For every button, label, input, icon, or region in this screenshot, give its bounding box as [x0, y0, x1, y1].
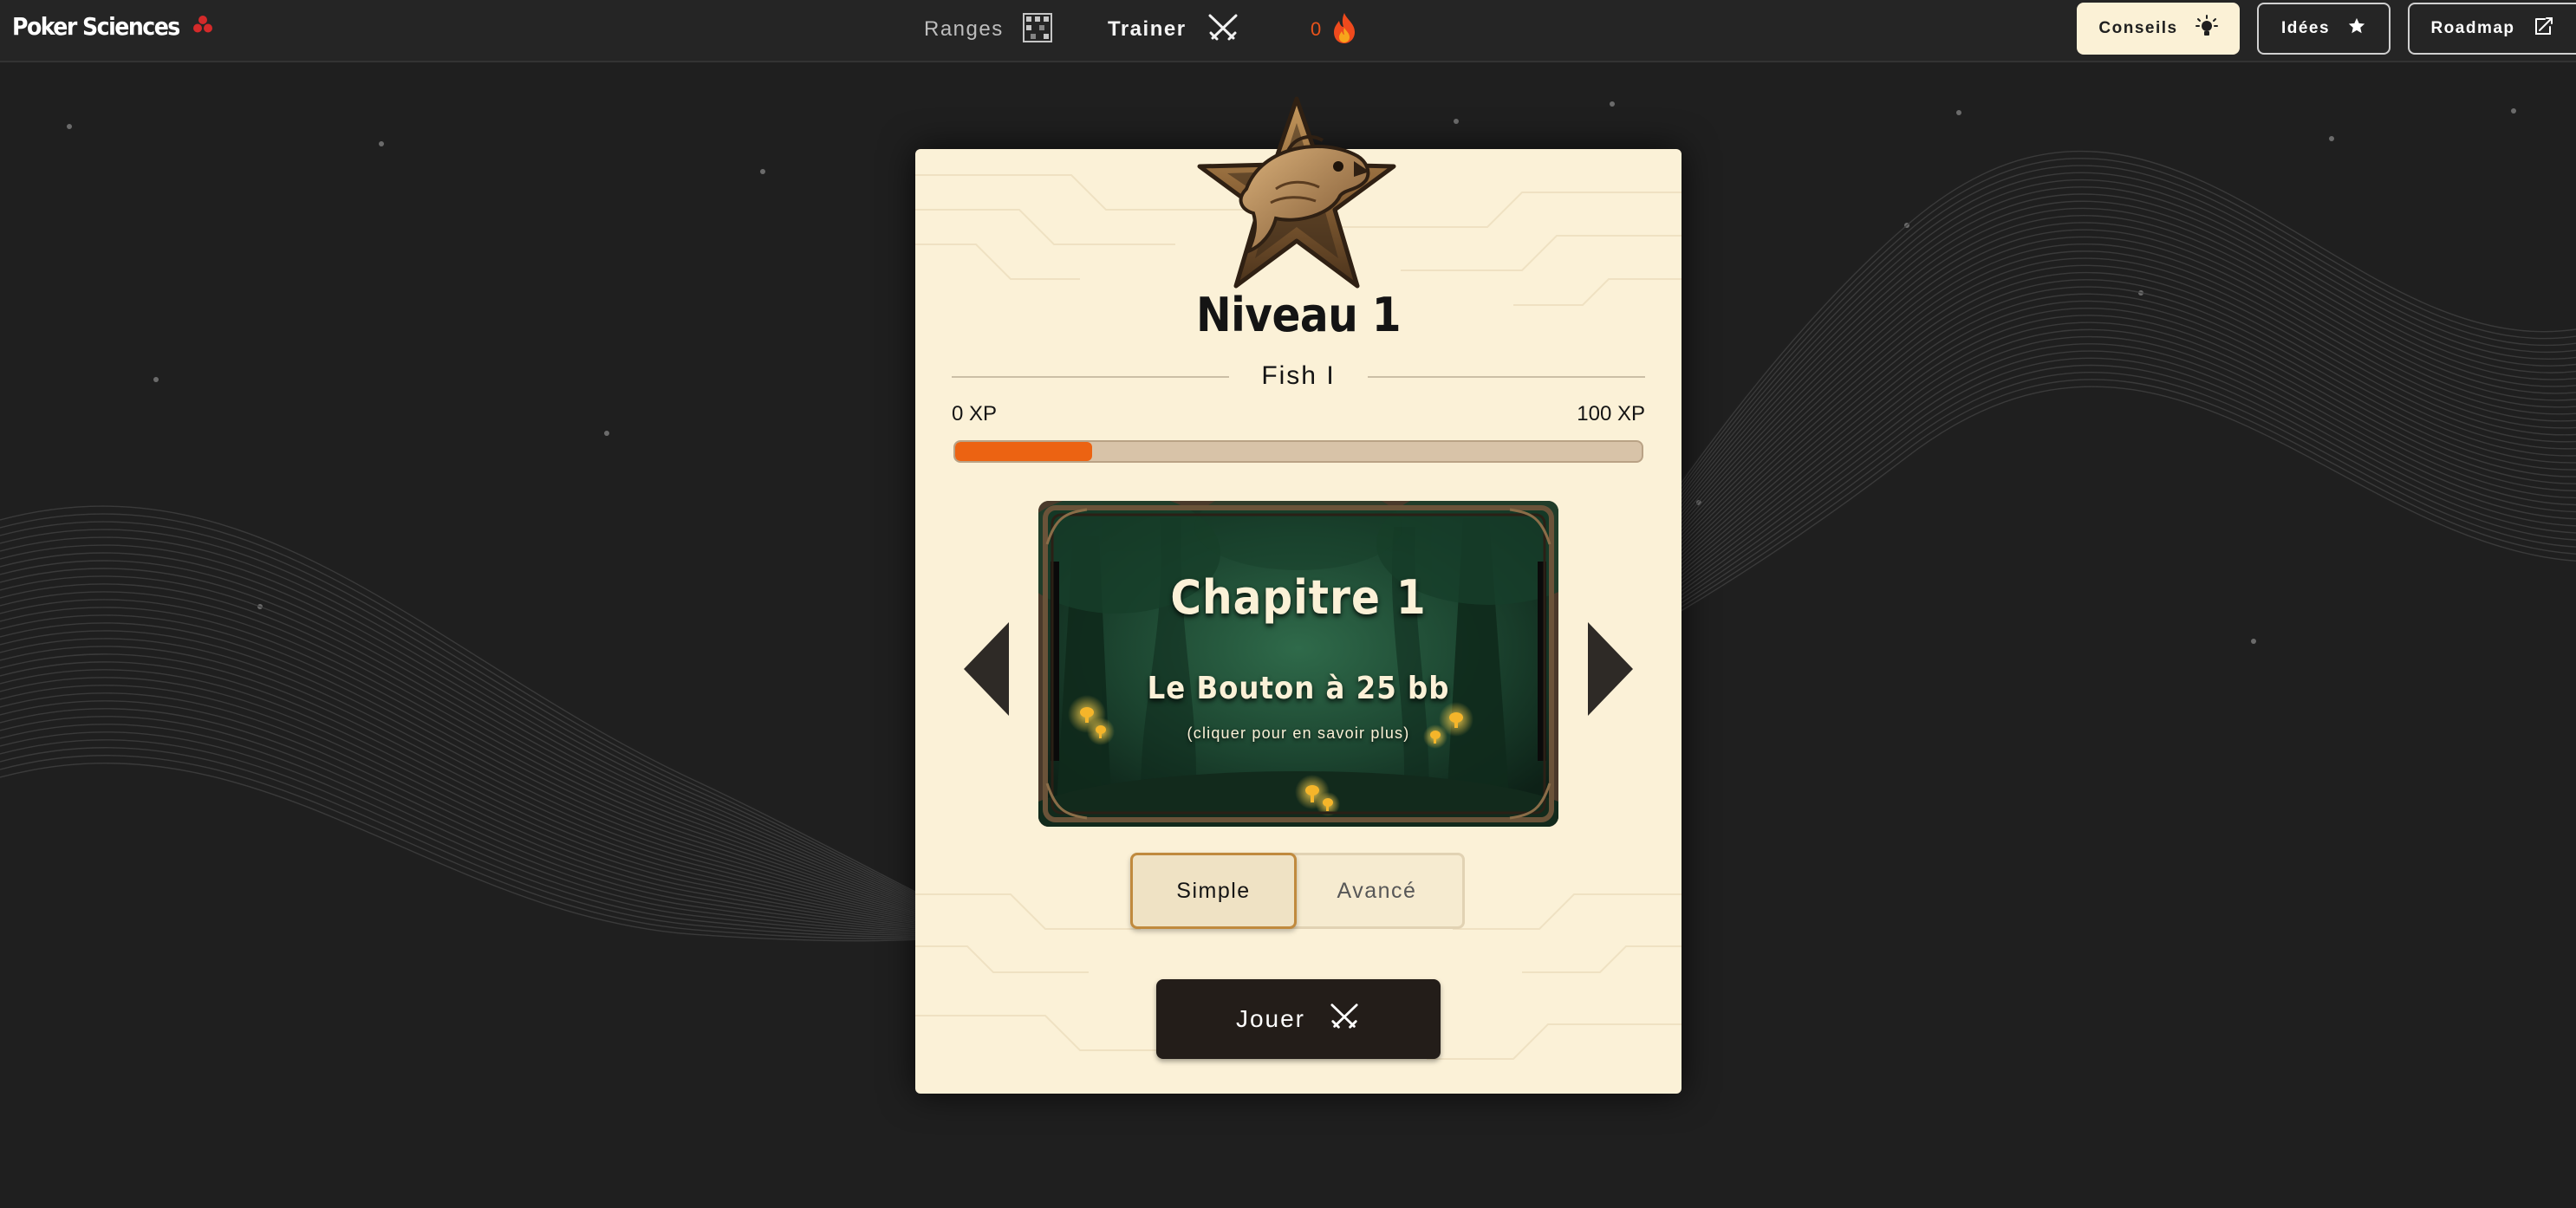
next-chapter-button[interactable] [1583, 617, 1638, 721]
nav-ranges[interactable]: Ranges [924, 10, 1052, 49]
background-star [1956, 110, 1961, 115]
top-navigation-bar: Poker Sciences Ranges Trainer 0 Conseils… [0, 0, 2576, 62]
brand[interactable]: Poker Sciences [12, 12, 212, 41]
streak-count: 0 [1311, 18, 1322, 40]
star-icon [2347, 16, 2366, 41]
chapter-hint: (cliquer pour en savoir plus) [1187, 724, 1410, 742]
chevron-right-icon [1588, 622, 1633, 716]
lightbulb-icon [2195, 15, 2218, 42]
crossed-swords-icon [1328, 1002, 1361, 1037]
idees-button[interactable]: Idées [2257, 3, 2391, 55]
nav-ranges-label: Ranges [924, 17, 1004, 41]
xp-max-label: 100 XP [1577, 402, 1645, 425]
conseils-button[interactable]: Conseils [2077, 3, 2240, 55]
streak-counter: 0 [1311, 10, 1357, 49]
roadmap-button[interactable]: Roadmap [2408, 3, 2576, 55]
background-star [1610, 101, 1615, 107]
level-title: Niveau 1 [1196, 288, 1402, 342]
flame-icon [1331, 11, 1357, 49]
rank-divider-right [1368, 376, 1645, 378]
chapter-title: Chapitre 1 [1170, 570, 1427, 625]
external-note-icon [2533, 15, 2555, 42]
background-star [1454, 119, 1459, 124]
mode-toggle: Simple Avancé [1130, 853, 1465, 929]
brand-name: Poker Sciences [12, 12, 180, 41]
background-star [379, 141, 384, 146]
clubs-icon [192, 15, 212, 38]
idees-label: Idées [2280, 19, 2331, 37]
background-star [2329, 136, 2334, 141]
rank-row: Fish I [952, 359, 1645, 393]
background-star [2251, 639, 2256, 644]
background-star [153, 377, 159, 382]
previous-chapter-button[interactable] [959, 617, 1014, 721]
background-star [2511, 108, 2516, 114]
mode-advanced-button[interactable]: Avancé [1291, 853, 1465, 929]
xp-progress-bar [953, 440, 1643, 463]
background-star [67, 124, 72, 129]
mode-simple-button[interactable]: Simple [1130, 853, 1297, 929]
chevron-left-icon [964, 622, 1009, 716]
nav-trainer-label: Trainer [1108, 17, 1187, 41]
background-star [604, 431, 609, 436]
conseils-label: Conseils [2098, 19, 2178, 37]
forest-scene [1038, 501, 1558, 827]
roadmap-label: Roadmap [2430, 19, 2515, 37]
chapter-card[interactable]: Chapitre 1 Le Bouton à 25 bb (cliquer po… [1038, 501, 1558, 827]
nav-trainer[interactable]: Trainer [1108, 10, 1240, 49]
background-star [760, 169, 765, 174]
fish-star-badge-icon [1193, 94, 1401, 295]
grid-icon [1022, 12, 1052, 47]
chapter-subtitle: Le Bouton à 25 bb [1147, 671, 1450, 706]
play-button[interactable]: Jouer [1156, 979, 1441, 1059]
xp-progress-fill [955, 442, 1093, 461]
xp-min-label: 0 XP [952, 402, 998, 425]
play-button-label: Jouer [1235, 1005, 1306, 1032]
crossed-swords-icon [1206, 12, 1240, 48]
